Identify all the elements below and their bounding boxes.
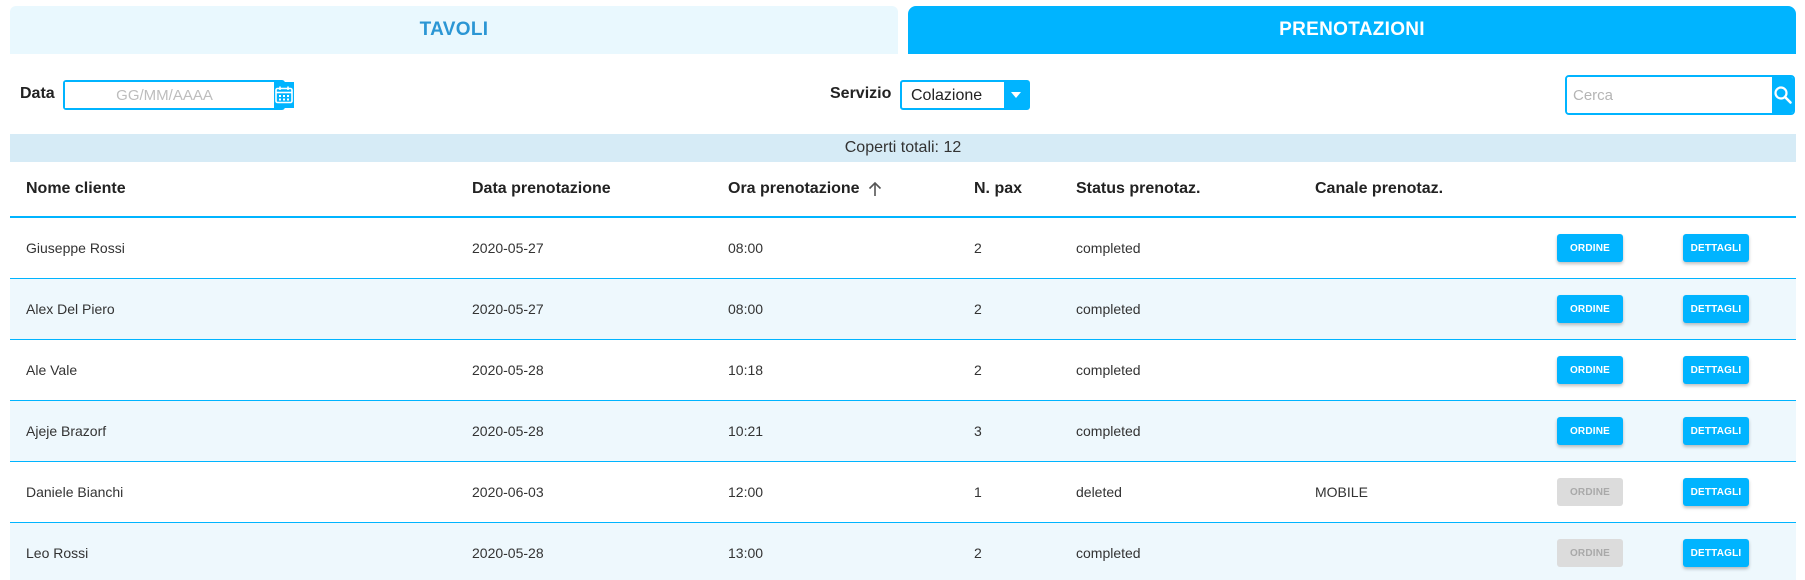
tab-tavoli[interactable]: TAVOLI bbox=[10, 6, 898, 54]
col-header-name[interactable]: Nome cliente bbox=[26, 180, 126, 198]
col-header-status[interactable]: Status prenotaz. bbox=[1076, 180, 1200, 198]
order-button[interactable]: ORDINE bbox=[1557, 295, 1623, 323]
cell-name: Giuseppe Rossi bbox=[26, 240, 125, 256]
col-header-date[interactable]: Data prenotazione bbox=[472, 180, 611, 198]
cell-time: 12:00 bbox=[728, 484, 764, 500]
table-row[interactable]: Daniele Bianchi 2020-06-03 12:00 1 delet… bbox=[10, 462, 1796, 523]
search-input[interactable] bbox=[1567, 77, 1772, 113]
total-covers-bar: Coperti totali: 12 bbox=[10, 134, 1796, 162]
table-row[interactable]: Alex Del Piero 2020-05-27 08:00 2 comple… bbox=[10, 279, 1796, 340]
cell-pax: 1 bbox=[974, 484, 982, 500]
cell-status: completed bbox=[1076, 240, 1141, 256]
tab-prenotazioni[interactable]: PRENOTAZIONI bbox=[908, 6, 1796, 54]
col-header-time[interactable]: Ora prenotazione bbox=[728, 180, 884, 198]
cell-channel: MOBILE bbox=[1315, 484, 1368, 500]
arrow-up-icon bbox=[868, 181, 881, 196]
cell-time: 10:18 bbox=[728, 362, 764, 378]
cell-name: Leo Rossi bbox=[26, 545, 89, 561]
cell-pax: 2 bbox=[974, 240, 982, 256]
col-header-pax[interactable]: N. pax bbox=[974, 180, 1022, 198]
cell-name: Alex Del Piero bbox=[26, 301, 115, 317]
cell-date: 2020-05-28 bbox=[472, 423, 544, 439]
cell-date: 2020-05-27 bbox=[472, 240, 544, 256]
cell-pax: 3 bbox=[974, 423, 982, 439]
table-row[interactable]: Ajeje Brazorf 2020-05-28 10:21 3 complet… bbox=[10, 401, 1796, 462]
order-button[interactable]: ORDINE bbox=[1557, 356, 1623, 384]
search-button[interactable] bbox=[1772, 77, 1793, 113]
service-select[interactable]: Colazione bbox=[900, 80, 1030, 110]
date-field bbox=[63, 80, 294, 110]
details-button[interactable]: DETTAGLI bbox=[1683, 478, 1749, 506]
search-icon bbox=[1773, 86, 1792, 104]
details-button[interactable]: DETTAGLI bbox=[1683, 234, 1749, 262]
cell-status: completed bbox=[1076, 545, 1141, 561]
cell-name: Daniele Bianchi bbox=[26, 484, 124, 500]
cell-time: 08:00 bbox=[728, 301, 764, 317]
cell-name: Ale Vale bbox=[26, 362, 78, 378]
chevron-down-icon[interactable] bbox=[1004, 82, 1028, 108]
order-button[interactable]: ORDINE bbox=[1557, 417, 1623, 445]
cell-status: completed bbox=[1076, 362, 1141, 378]
cell-time: 13:00 bbox=[728, 545, 764, 561]
cell-time: 08:00 bbox=[728, 240, 764, 256]
table-row[interactable]: Ale Vale 2020-05-28 10:18 2 completed OR… bbox=[10, 340, 1796, 401]
service-select-value: Colazione bbox=[911, 87, 983, 104]
details-button[interactable]: DETTAGLI bbox=[1683, 295, 1749, 323]
table-row[interactable]: Leo Rossi 2020-05-28 13:00 2 completed O… bbox=[10, 523, 1796, 580]
cell-time: 10:21 bbox=[728, 423, 764, 439]
details-button[interactable]: DETTAGLI bbox=[1683, 539, 1749, 567]
cell-pax: 2 bbox=[974, 301, 982, 317]
cell-pax: 2 bbox=[974, 545, 982, 561]
col-header-channel[interactable]: Canale prenotaz. bbox=[1315, 180, 1443, 198]
details-button[interactable]: DETTAGLI bbox=[1683, 356, 1749, 384]
order-button: ORDINE bbox=[1557, 478, 1623, 506]
col-header-time-label: Ora prenotazione bbox=[728, 180, 860, 197]
date-input[interactable] bbox=[65, 82, 274, 108]
details-button[interactable]: DETTAGLI bbox=[1683, 417, 1749, 445]
date-label: Data bbox=[20, 85, 55, 102]
order-button[interactable]: ORDINE bbox=[1557, 234, 1623, 262]
filter-bar: Data Servizio Colazione bbox=[0, 75, 1805, 115]
cell-date: 2020-06-03 bbox=[472, 484, 544, 500]
cell-pax: 2 bbox=[974, 362, 982, 378]
cell-status: completed bbox=[1076, 423, 1141, 439]
search-field bbox=[1565, 75, 1795, 115]
table-row[interactable]: Giuseppe Rossi 2020-05-27 08:00 2 comple… bbox=[10, 218, 1796, 279]
tab-bar: TAVOLI PRENOTAZIONI bbox=[10, 6, 1796, 54]
calendar-icon[interactable] bbox=[274, 82, 294, 108]
order-button: ORDINE bbox=[1557, 539, 1623, 567]
cell-status: completed bbox=[1076, 301, 1141, 317]
table-header: Nome cliente Data prenotazione Ora preno… bbox=[10, 162, 1796, 218]
service-label: Servizio bbox=[830, 85, 892, 102]
cell-name: Ajeje Brazorf bbox=[26, 423, 107, 439]
reservations-table: Nome cliente Data prenotazione Ora preno… bbox=[10, 162, 1796, 580]
cell-date: 2020-05-27 bbox=[472, 301, 544, 317]
cell-date: 2020-05-28 bbox=[472, 362, 544, 378]
cell-date: 2020-05-28 bbox=[472, 545, 544, 561]
cell-status: deleted bbox=[1076, 484, 1122, 500]
